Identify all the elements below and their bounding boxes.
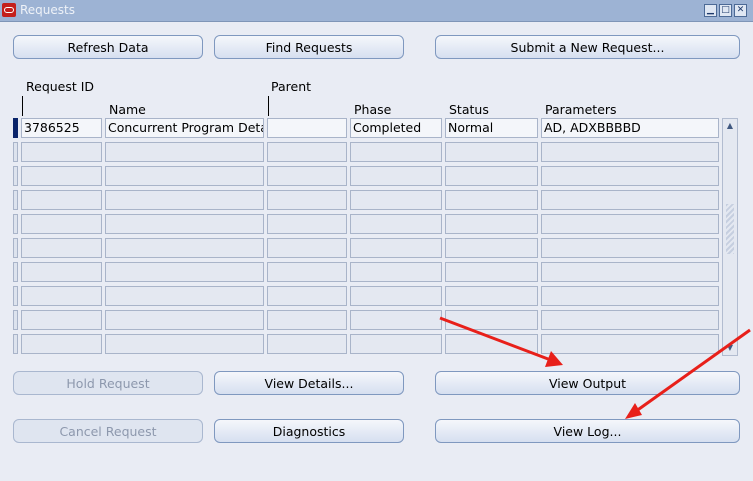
annotation-arrow-view-log: [631, 328, 751, 416]
annotation-arrowhead: [625, 403, 642, 419]
annotation-arrows: [439, 316, 751, 419]
annotation-arrow-view-output: [439, 316, 557, 364]
